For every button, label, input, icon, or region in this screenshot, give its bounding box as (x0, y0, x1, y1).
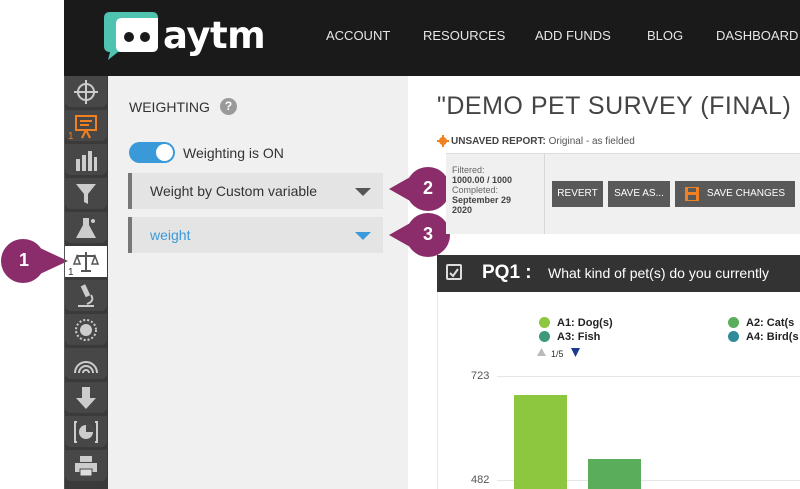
chevron-down-icon (355, 232, 371, 240)
sidebar-charts[interactable] (65, 144, 107, 175)
crosshair-icon (74, 80, 98, 104)
gear-icon (437, 135, 449, 147)
filtered-label: Filtered: (452, 165, 485, 175)
download-icon (76, 387, 96, 409)
sidebar-download[interactable] (65, 382, 107, 413)
callout-2-number: 2 (422, 178, 433, 198)
callout-1-marker (1, 239, 68, 283)
sun-icon (75, 319, 97, 341)
completed-value: September 29 (452, 195, 512, 205)
legend-dot-dogs (539, 317, 550, 328)
unsaved-label: UNSAVED REPORT: (451, 136, 546, 147)
bar-1[interactable] (514, 394, 567, 489)
app-window: aytm ACCOUNT RESOURCES ADD FUNDS BLOG DA… (0, 0, 800, 489)
question-checkbox[interactable] (446, 264, 462, 280)
sidebar-filter[interactable] (65, 178, 107, 209)
weighting-toggle-label: Weighting is ON (183, 145, 284, 161)
sidebar-presentation[interactable]: 1 (65, 110, 107, 142)
completed-year: 2020 (452, 205, 473, 215)
page-up-icon[interactable] (537, 348, 546, 356)
nav-account[interactable]: ACCOUNT (326, 28, 390, 43)
bar-2[interactable] (588, 459, 641, 489)
legend-label-dogs[interactable]: A1: Dog(s) (557, 317, 613, 329)
nav-dashboard[interactable]: DASHBOARD (716, 28, 798, 43)
rainbow-icon (74, 361, 98, 374)
bar-chart-icon (76, 151, 97, 171)
unsaved-report-status: UNSAVED REPORT: Original - as fielded (451, 136, 635, 147)
legend-label-birds[interactable]: A4: Bird(s (746, 331, 799, 343)
completed-label: Completed: (452, 185, 499, 195)
unsaved-value: Original - as fielded (545, 136, 635, 147)
callout-1-number: 1 (18, 250, 29, 270)
toolbar-divider (544, 153, 545, 234)
pie-chart-icon (74, 421, 98, 443)
weighting-panel (108, 76, 408, 489)
gridline (497, 376, 800, 377)
sidebar-pie[interactable] (65, 416, 107, 447)
legend-dot-cats (728, 317, 739, 328)
sidebar-target[interactable] (65, 76, 107, 107)
callout-3-number: 3 (422, 224, 433, 244)
filter-info: Filtered: 1000.00 / 1000 Completed: Sept… (452, 165, 512, 215)
help-icon[interactable]: ? (220, 98, 237, 115)
legend-dot-birds (728, 331, 739, 342)
presentation-icon (75, 115, 97, 139)
filter-icon (76, 184, 96, 204)
weight-method-dropdown[interactable]: Weight by Custom variable (128, 173, 383, 209)
save-icon (685, 187, 699, 201)
chevron-down-icon (355, 188, 371, 196)
checkmark-icon (449, 268, 459, 278)
save-changes-label: SAVE CHANGES (706, 188, 786, 199)
legend-dot-fish (539, 331, 550, 342)
sidebar-lab[interactable] (65, 212, 107, 243)
sidebar-sun[interactable] (65, 314, 107, 345)
sidebar-edge (64, 76, 65, 489)
sidebar-print[interactable] (65, 450, 107, 481)
question-text: What kind of pet(s) do you currently (548, 265, 769, 281)
presentation-badge: 1 (68, 131, 74, 142)
question-label: PQ1 : (482, 262, 532, 283)
weighting-title: WEIGHTING (129, 99, 210, 115)
sidebar-weighting[interactable]: 1 (65, 246, 107, 278)
weight-variable-value: weight (150, 227, 191, 243)
logo-text: aytm (163, 14, 266, 57)
nav-add-funds[interactable]: ADD FUNDS (535, 28, 611, 43)
sidebar-microscope[interactable] (65, 280, 107, 311)
page-down-icon[interactable] (571, 348, 580, 357)
nav-resources[interactable]: RESOURCES (423, 28, 505, 43)
weight-method-value: Weight by Custom variable (150, 183, 318, 199)
nav-blog[interactable]: BLOG (647, 28, 683, 43)
printer-icon (75, 456, 97, 477)
weight-variable-dropdown[interactable]: weight (128, 217, 383, 253)
legend-pager: 1/5 (551, 349, 564, 359)
legend-label-cats[interactable]: A2: Cat(s (746, 317, 794, 329)
revert-button[interactable]: REVERT (552, 181, 603, 207)
filtered-value: 1000.00 / 1000 (452, 175, 513, 185)
scales-icon (73, 252, 99, 272)
save-changes-button[interactable]: SAVE CHANGES (675, 181, 795, 207)
microscope-icon (78, 284, 94, 307)
toggle-knob (156, 144, 173, 161)
y-tick-label: 482 (471, 474, 490, 486)
legend-label-fish[interactable]: A3: Fish (557, 331, 600, 343)
flask-icon (76, 218, 96, 238)
sidebar-rainbow[interactable] (65, 348, 107, 379)
y-tick-label: 723 (471, 370, 490, 382)
weighting-toggle[interactable] (129, 142, 175, 163)
save-as-button[interactable]: SAVE AS... (608, 181, 670, 207)
report-title: "DEMO PET SURVEY (FINAL) (24)" (437, 92, 800, 120)
